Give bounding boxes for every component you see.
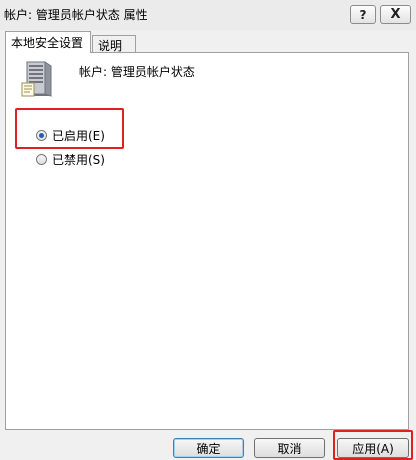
tab-label: 本地安全设置 [11,36,84,50]
ok-label: 确定 [196,441,221,456]
server-icon [21,61,52,97]
annotation-box-enabled [15,108,124,149]
help-button[interactable]: ? [350,5,376,24]
help-icon: ? [359,7,367,22]
tab-local-security-setting[interactable]: 本地安全设置 [5,31,91,53]
properties-dialog: 帐户: 管理员帐户状态 属性 ? X 本地安全设置 说明 帐户: 管理员帐户状态 [0,0,416,460]
tab-explain[interactable]: 说明 [92,35,136,53]
radio-label-disabled: 已禁用(S) [52,153,105,167]
annotation-box-apply [333,430,413,460]
cancel-button[interactable]: 取消 [254,438,325,458]
close-button[interactable]: X [380,5,411,24]
policy-name: 帐户: 管理员帐户状态 [79,65,195,79]
cancel-label: 取消 [277,441,302,456]
tab-label: 说明 [98,39,123,53]
radio-button-unchecked[interactable] [36,154,47,165]
title-bar[interactable]: 帐户: 管理员帐户状态 属性 ? X [0,0,416,30]
window-title: 帐户: 管理员帐户状态 属性 [4,8,148,22]
close-icon: X [390,7,401,22]
radio-disabled[interactable]: 已禁用(S) [36,151,105,168]
ok-button[interactable]: 确定 [173,438,244,458]
